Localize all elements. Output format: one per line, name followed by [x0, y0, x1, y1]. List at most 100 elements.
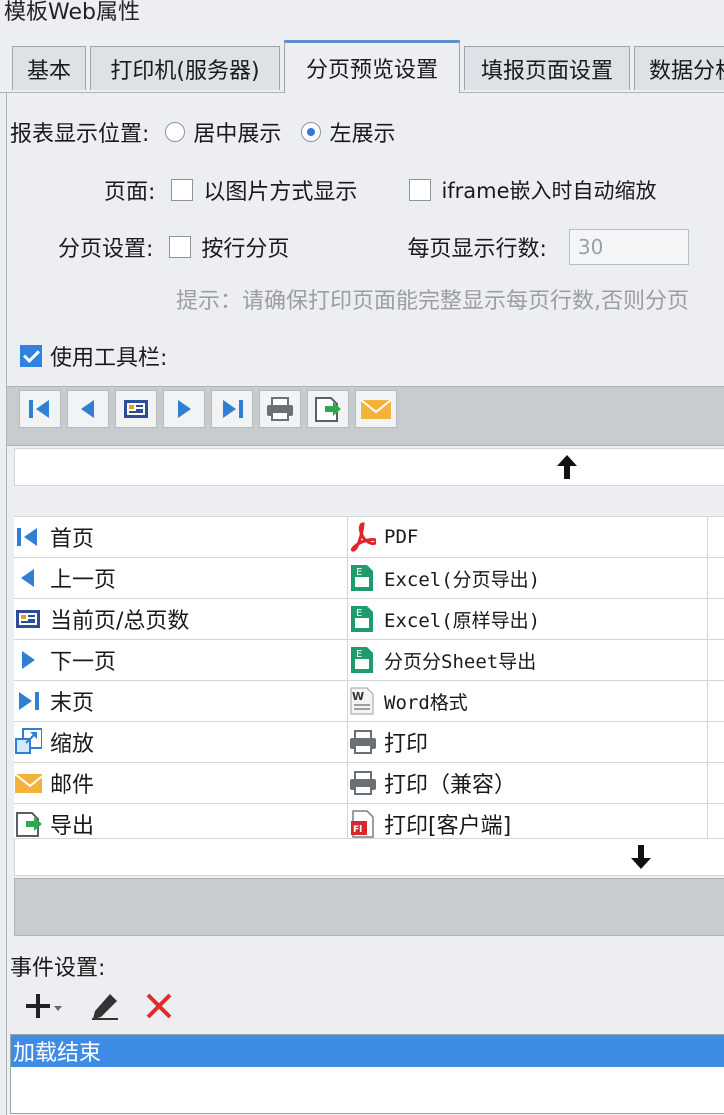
tab-data-analysis[interactable]: 数据分析: [634, 46, 724, 90]
excel-icon: E: [348, 605, 376, 633]
show-as-image-label[interactable]: 以图片方式显示: [203, 174, 357, 206]
add-icon: [26, 994, 62, 1018]
item-label: 打印: [384, 732, 429, 757]
move-down-button[interactable]: [14, 838, 724, 876]
move-up-button[interactable]: [14, 448, 724, 486]
item-label: Excel(原样导出): [384, 609, 541, 632]
item-excel-paged[interactable]: E Excel(分页导出): [348, 558, 708, 598]
word-icon: W: [348, 687, 376, 715]
item-partial[interactable]: [708, 722, 724, 762]
excel-icon: E: [348, 564, 376, 592]
item-partial[interactable]: [708, 517, 724, 557]
page-row: 页面: 以图片方式显示 iframe嵌入时自动缩放: [104, 172, 657, 208]
item-label: 下一页: [50, 650, 117, 675]
print-icon[interactable]: [259, 390, 301, 428]
item-excel-original[interactable]: E Excel(原样导出): [348, 599, 708, 639]
item-pdf[interactable]: PDF: [348, 517, 708, 557]
item-label: 首页: [50, 527, 95, 552]
item-label: 分页分Sheet导出: [384, 650, 537, 673]
item-label: 邮件: [50, 773, 95, 798]
item-partial[interactable]: [708, 763, 724, 803]
table-row: 当前页/总页数 E Excel(原样导出): [14, 599, 724, 640]
tab-printer-server[interactable]: 打印机(服务器): [90, 46, 280, 90]
svg-text:W: W: [352, 690, 364, 703]
radio-center-label[interactable]: 居中展示: [193, 116, 281, 148]
item-prev-page[interactable]: 上一页: [14, 558, 348, 598]
print-icon: [348, 769, 376, 797]
item-label: Excel(分页导出): [384, 568, 541, 591]
events-label: 事件设置:: [10, 956, 106, 981]
item-label: 导出: [50, 814, 95, 839]
next-page-icon[interactable]: [163, 390, 205, 428]
excel-icon: E: [348, 646, 376, 674]
item-partial[interactable]: [708, 599, 724, 639]
svg-text:Fl: Fl: [353, 825, 362, 835]
item-page-count[interactable]: 当前页/总页数: [14, 599, 348, 639]
page-count-icon[interactable]: [115, 390, 157, 428]
prev-page-icon[interactable]: [67, 390, 109, 428]
email-icon: [14, 769, 42, 797]
last-page-icon[interactable]: [211, 390, 253, 428]
item-label: 上一页: [50, 568, 117, 593]
use-toolbar-checkbox[interactable]: [20, 345, 42, 367]
display-position-label: 报表显示位置:: [10, 122, 150, 147]
paginate-by-rows-checkbox[interactable]: [169, 236, 192, 258]
next-page-icon: [14, 646, 42, 674]
tab-fill-page-settings[interactable]: 填报页面设置: [464, 46, 630, 90]
iframe-autoscale-checkbox[interactable]: [409, 179, 432, 201]
table-row: 末页 W Word格式: [14, 681, 724, 722]
radio-left-label[interactable]: 左展示: [329, 116, 395, 148]
page-count-icon: [14, 605, 42, 633]
pdf-icon: [348, 522, 376, 552]
item-label: 缩放: [50, 732, 95, 757]
item-print-compatible[interactable]: 打印（兼容）: [348, 763, 708, 803]
item-email[interactable]: 邮件: [14, 763, 348, 803]
add-event-button[interactable]: [22, 991, 62, 1021]
svg-text:E: E: [356, 608, 362, 619]
export-icon[interactable]: [307, 390, 349, 428]
svg-text:E: E: [356, 567, 362, 578]
table-row: 缩放 打印: [14, 722, 724, 763]
show-as-image-checkbox[interactable]: [171, 179, 194, 201]
paginate-by-rows-label[interactable]: 按行分页: [201, 231, 289, 263]
edit-event-button[interactable]: [90, 991, 120, 1021]
export-icon: [14, 810, 42, 838]
flash-print-icon: Fl: [348, 810, 376, 838]
first-page-icon: [14, 523, 42, 551]
item-partial[interactable]: [708, 681, 724, 721]
arrow-down-icon: [631, 845, 651, 869]
toolbar-items-table: 首页 PDF 上一页 E Excel(分页导出) 当前页/总页数 E Excel…: [14, 516, 724, 845]
pagination-row: 分页设置: 按行分页 每页显示行数: 30: [58, 228, 689, 266]
pagination-hint: 提示：请确保打印页面能完整显示每页行数,否则分页: [176, 289, 689, 314]
rows-per-page-input[interactable]: 30: [568, 229, 689, 265]
first-page-icon[interactable]: [19, 390, 61, 428]
item-partial[interactable]: [708, 640, 724, 680]
print-icon: [348, 728, 376, 756]
item-word[interactable]: W Word格式: [348, 681, 708, 721]
zoom-icon: [14, 728, 42, 756]
table-row: 下一页 E 分页分Sheet导出: [14, 640, 724, 681]
delete-icon: [146, 993, 172, 1019]
tab-basic[interactable]: 基本: [12, 46, 86, 90]
tab-page-preview-settings[interactable]: 分页预览设置: [284, 40, 460, 93]
radio-center[interactable]: [165, 122, 186, 142]
item-next-page[interactable]: 下一页: [14, 640, 348, 680]
item-first-page[interactable]: 首页: [14, 517, 348, 557]
radio-left[interactable]: [301, 122, 322, 142]
use-toolbar-row: 使用工具栏:: [20, 338, 167, 374]
item-sheet-export[interactable]: E 分页分Sheet导出: [348, 640, 708, 680]
iframe-autoscale-label[interactable]: iframe嵌入时自动缩放: [441, 175, 656, 205]
email-icon[interactable]: [355, 390, 397, 428]
use-toolbar-label[interactable]: 使用工具栏:: [50, 340, 167, 372]
item-last-page[interactable]: 末页: [14, 681, 348, 721]
item-partial[interactable]: [708, 558, 724, 598]
table-row: 上一页 E Excel(分页导出): [14, 558, 724, 599]
pagination-label: 分页设置:: [58, 237, 154, 262]
item-print[interactable]: 打印: [348, 722, 708, 762]
list-item[interactable]: 加载结束: [11, 1035, 724, 1067]
tab-bar: 基本 打印机(服务器) 分页预览设置 填报页面设置 数据分析: [0, 40, 724, 93]
item-label: 打印（兼容）: [384, 773, 517, 798]
table-row: 首页 PDF: [14, 517, 724, 558]
item-zoom[interactable]: 缩放: [14, 722, 348, 762]
delete-event-button[interactable]: [144, 991, 174, 1021]
